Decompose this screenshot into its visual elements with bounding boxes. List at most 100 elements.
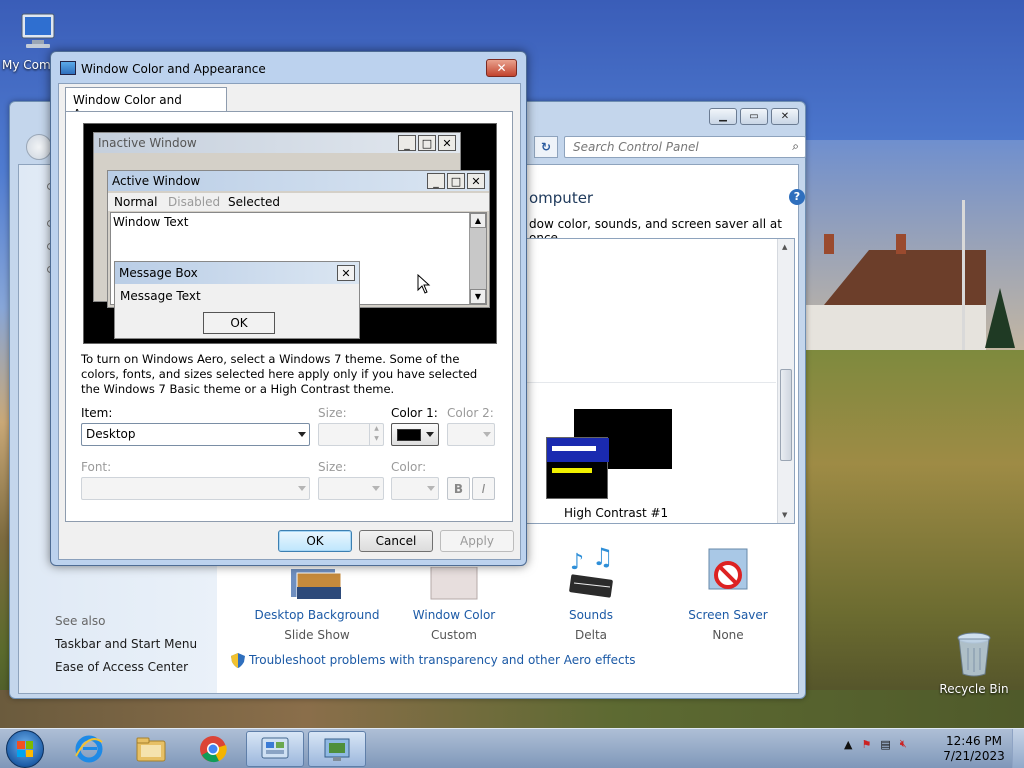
customizer-value: Delta bbox=[574, 628, 607, 642]
windows-logo-icon bbox=[17, 741, 33, 757]
taskbar-control-panel[interactable] bbox=[246, 731, 304, 767]
bold-button[interactable]: B bbox=[447, 477, 470, 500]
color2-button[interactable] bbox=[447, 423, 495, 446]
minimize-icon: ▁ bbox=[719, 111, 727, 122]
window-caption-buttons: ▁ ▭ ✕ bbox=[709, 108, 799, 125]
size-label: Size: bbox=[318, 406, 347, 420]
customizer-label: Desktop Background bbox=[254, 608, 380, 622]
color2-label: Color 2: bbox=[447, 406, 494, 420]
scroll-down-icon[interactable]: ▼ bbox=[782, 511, 787, 519]
system-clock[interactable]: 12:46 PM 7/21/2023 bbox=[941, 734, 1007, 764]
house-chimney bbox=[824, 234, 834, 254]
wallpaper-flagpole bbox=[962, 200, 965, 350]
show-desktop-button[interactable] bbox=[1012, 729, 1024, 768]
aero-note: To turn on Windows Aero, select a Window… bbox=[81, 352, 478, 396]
desktop-background-item[interactable]: Desktop Background Slide Show bbox=[247, 567, 387, 642]
appearance-preview[interactable]: Inactive Window _ □ ✕ Active Window _ □ ✕ No… bbox=[83, 123, 497, 344]
tab-window-color-appearance[interactable]: Window Color and Appearance bbox=[65, 87, 227, 121]
maximize-icon: ▭ bbox=[749, 111, 759, 122]
spinner-arrows: ▲ ▼ bbox=[369, 424, 383, 445]
taskbar-window-color[interactable] bbox=[308, 731, 366, 767]
dialog-body: Window Color and Appearance Inactive Win… bbox=[58, 83, 521, 560]
close-icon: ✕ bbox=[438, 135, 456, 151]
apply-button[interactable]: Apply bbox=[440, 530, 514, 552]
search-input[interactable]: Search Control Panel ⌕ bbox=[564, 136, 806, 158]
taskbar-start-menu-link[interactable]: Taskbar and Start Menu bbox=[55, 637, 197, 651]
close-button[interactable]: ✕ bbox=[771, 108, 799, 125]
customizer-value: None bbox=[712, 628, 744, 642]
chevron-down-icon bbox=[426, 432, 434, 437]
menu-selected: Selected bbox=[228, 195, 281, 209]
volume-muted-icon[interactable]: 🔇︎ bbox=[900, 737, 907, 751]
taskbar-chrome[interactable] bbox=[184, 731, 242, 767]
font-color-label: Color: bbox=[391, 460, 427, 474]
back-button[interactable] bbox=[26, 134, 52, 160]
close-icon: ✕ bbox=[337, 265, 355, 281]
customizer-label: Window Color bbox=[412, 608, 496, 622]
size-spinner[interactable]: ▲ ▼ bbox=[318, 423, 384, 446]
maximize-button[interactable]: ▭ bbox=[740, 108, 768, 125]
screen-saver-icon bbox=[708, 548, 748, 590]
minimize-button[interactable]: ▁ bbox=[709, 108, 737, 125]
search-placeholder: Search Control Panel bbox=[573, 140, 699, 154]
maximize-icon: □ bbox=[418, 135, 436, 151]
scroll-down-icon: ▼ bbox=[470, 289, 486, 304]
action-center-icon[interactable]: ⚑ bbox=[861, 738, 871, 751]
theme-list[interactable]: High Contrast #1 ▲ ▼ bbox=[525, 238, 795, 524]
ease-of-access-link[interactable]: Ease of Access Center bbox=[55, 660, 188, 674]
item-dropdown[interactable]: Desktop bbox=[81, 423, 310, 446]
chevron-down-icon bbox=[372, 486, 380, 491]
preview-menu-bar: Normal Disabled Selected bbox=[108, 193, 489, 211]
taskbar-explorer[interactable] bbox=[122, 731, 180, 767]
theme-list-scrollbar[interactable]: ▲ ▼ bbox=[777, 239, 794, 523]
desktop-icon-label: Recycle Bin bbox=[939, 682, 1009, 696]
scroll-thumb[interactable] bbox=[780, 369, 792, 461]
svg-text:♫: ♫ bbox=[592, 547, 614, 571]
inactive-caption-buttons: _ □ ✕ bbox=[398, 135, 456, 151]
item-value: Desktop bbox=[86, 427, 136, 441]
message-text: Message Text bbox=[120, 289, 201, 303]
active-caption-buttons: _ □ ✕ bbox=[427, 173, 485, 189]
clock-time: 12:46 PM bbox=[946, 734, 1002, 748]
preview-message-box: Message Box ✕ Message Text OK bbox=[114, 261, 360, 339]
cancel-button[interactable]: Cancel bbox=[359, 530, 433, 552]
minimize-icon: _ bbox=[398, 135, 416, 151]
chevron-down-icon bbox=[483, 432, 491, 437]
start-button[interactable] bbox=[6, 730, 44, 768]
close-icon: ✕ bbox=[496, 61, 507, 75]
theme-label-high-contrast-1[interactable]: High Contrast #1 bbox=[564, 506, 668, 520]
chevron-down-icon bbox=[427, 486, 435, 491]
font-color-button[interactable] bbox=[391, 477, 439, 500]
desktop-icon-recycle-bin[interactable]: Recycle Bin bbox=[936, 630, 1012, 696]
dialog-close-button[interactable]: ✕ bbox=[486, 59, 517, 77]
sounds-item[interactable]: ♪ ♫ Sounds Delta bbox=[521, 543, 661, 642]
refresh-button[interactable]: ↻ bbox=[534, 136, 558, 158]
scroll-up-icon[interactable]: ▲ bbox=[782, 243, 787, 251]
clock-date: 7/21/2023 bbox=[943, 749, 1005, 763]
color1-swatch bbox=[397, 429, 421, 441]
message-box-title-text: Message Box bbox=[119, 266, 198, 280]
preview-title-bar bbox=[547, 438, 609, 462]
taskbar-internet-explorer[interactable] bbox=[60, 731, 118, 767]
screen-saver-item[interactable]: Screen Saver None bbox=[658, 545, 798, 642]
house-chimney bbox=[896, 234, 906, 254]
window-color-dialog[interactable]: Window Color and Appearance ✕ Window Col… bbox=[50, 51, 527, 566]
house-wall bbox=[806, 305, 986, 350]
recycle-bin-icon bbox=[957, 632, 991, 677]
italic-button[interactable]: I bbox=[472, 477, 495, 500]
font-size-dropdown[interactable] bbox=[318, 477, 384, 500]
troubleshoot-link[interactable]: Troubleshoot problems with transparency … bbox=[249, 653, 636, 667]
show-hidden-icons-icon[interactable]: ▲ bbox=[844, 738, 852, 751]
color1-button[interactable] bbox=[391, 423, 439, 446]
font-dropdown[interactable] bbox=[81, 477, 310, 500]
dialog-title: Window Color and Appearance bbox=[81, 62, 266, 76]
chevron-down-icon bbox=[298, 432, 306, 437]
customizer-label: Screen Saver bbox=[688, 608, 768, 622]
theme-group-divider bbox=[526, 382, 776, 383]
network-icon[interactable]: ▤ bbox=[880, 738, 890, 751]
ok-button[interactable]: OK bbox=[278, 530, 352, 552]
help-icon[interactable]: ? bbox=[789, 189, 805, 205]
sounds-icon: ♪ ♫ bbox=[569, 543, 614, 598]
window-color-item[interactable]: Window Color Custom bbox=[384, 566, 524, 642]
taskbar: ▲ ⚑ ▤ 🔇︎ 12:46 PM 7/21/2023 bbox=[0, 728, 1024, 768]
